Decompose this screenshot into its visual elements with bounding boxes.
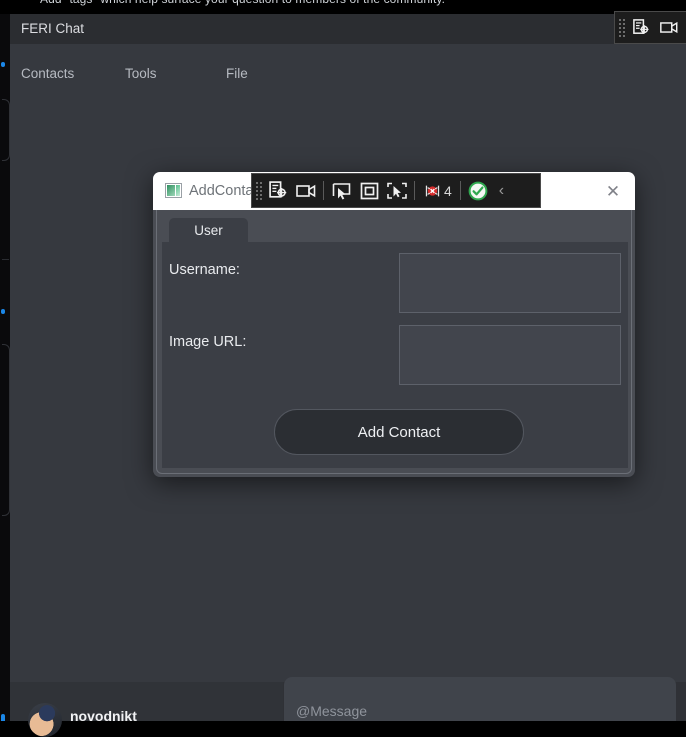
- error-bug-icon: [425, 185, 440, 196]
- username-label: Username:: [169, 262, 240, 278]
- rail-server-item[interactable]: [2, 99, 10, 161]
- tab-user[interactable]: User: [169, 218, 248, 242]
- user-form-panel: Username: Image URL: Add Contact: [162, 242, 628, 468]
- menu-item-tools[interactable]: Tools: [125, 66, 157, 81]
- server-rail[interactable]: [0, 14, 10, 721]
- image-url-label: Image URL:: [169, 334, 247, 350]
- inspect-element-icon[interactable]: [264, 176, 292, 205]
- menu-item-file[interactable]: File: [226, 66, 248, 81]
- add-contact-dialog: AddContact ✕ User Username: Image URL: A…: [153, 172, 635, 477]
- rail-server-item[interactable]: [2, 344, 10, 516]
- record-video-icon[interactable]: [292, 176, 320, 205]
- username-input[interactable]: [399, 253, 621, 313]
- message-composer[interactable]: @Message: [284, 677, 676, 721]
- capture-toolbar-dialog[interactable]: 4 ‹: [251, 173, 541, 208]
- toolbar-divider: [459, 181, 461, 200]
- add-contact-button[interactable]: Add Contact: [274, 409, 524, 455]
- picture-icon: [165, 183, 182, 198]
- dialog-body: User Username: Image URL: Add Contact: [156, 210, 632, 474]
- inspect-element-icon[interactable]: [627, 13, 655, 42]
- select-pointer-icon[interactable]: [327, 176, 355, 205]
- capture-toolbar-top[interactable]: [614, 11, 686, 44]
- error-count: 4: [444, 182, 452, 199]
- app-title: FERI Chat: [21, 21, 85, 36]
- image-url-input[interactable]: [399, 325, 621, 385]
- menu-item-contacts[interactable]: Contacts: [21, 66, 74, 81]
- chevron-left-icon[interactable]: ‹: [492, 182, 511, 200]
- record-video-icon[interactable]: [655, 13, 683, 42]
- message-input-placeholder: @Message: [296, 703, 368, 719]
- chat-titlebar: FERI Chat: [10, 14, 686, 44]
- rail-divider: [2, 259, 9, 260]
- tab-strip: User: [164, 218, 626, 242]
- rail-unread-dot: [1, 309, 5, 314]
- background-document-strip: Add "tags" which help surface your quest…: [0, 0, 686, 14]
- background-doc-text: Add "tags" which help surface your quest…: [40, 0, 445, 6]
- check-circle-icon[interactable]: [464, 176, 492, 205]
- chat-header-area: [283, 44, 686, 104]
- current-username: novodnikt: [70, 708, 137, 724]
- close-icon[interactable]: ✕: [593, 178, 633, 204]
- error-badge[interactable]: 4: [418, 182, 457, 200]
- drag-grip-icon[interactable]: [255, 180, 264, 201]
- select-window-icon[interactable]: [355, 176, 383, 205]
- select-region-icon[interactable]: [383, 176, 411, 205]
- drag-grip-icon[interactable]: [618, 17, 627, 38]
- rail-unread-dot: [1, 714, 5, 721]
- tab-user-label: User: [194, 222, 223, 238]
- rail-unread-dot: [1, 62, 5, 67]
- avatar[interactable]: [28, 703, 62, 737]
- toolbar-divider: [323, 181, 324, 200]
- menu-bar: Contacts Tools File: [10, 44, 283, 104]
- add-contact-button-label: Add Contact: [357, 423, 441, 441]
- toolbar-divider: [414, 181, 415, 200]
